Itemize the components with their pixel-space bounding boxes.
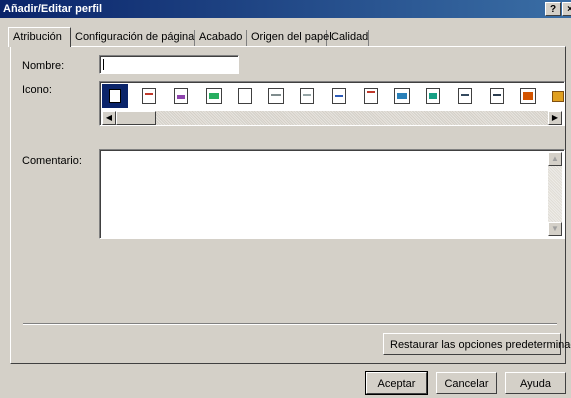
tab-label: Atribución [13,31,62,43]
photo-frame-icon[interactable] [394,88,410,104]
scroll-left-icon[interactable]: ◀ [102,111,116,125]
scroll-down-icon[interactable]: ▼ [548,222,562,236]
printer-icon[interactable] [550,88,564,104]
text-cursor [103,59,104,70]
a4-page-icon[interactable] [332,88,346,104]
icon-horizontal-scrollbar[interactable]: ◀ ▶ [102,111,562,125]
tab-configuracion-pagina[interactable]: Configuración de página [71,30,195,46]
tab-panel: Nombre: Icono: ◀ ▶ Comentario: ▲ ▼ Resta… [10,46,571,364]
report-page-icon[interactable] [490,88,504,104]
text-page-icon[interactable] [142,88,156,104]
close-icon[interactable]: × [562,2,571,16]
name-input[interactable] [99,55,239,74]
tab-atribucion[interactable]: Atribución [8,27,71,47]
divider [23,323,557,325]
comment-label: Comentario: [22,155,82,167]
comment-textarea[interactable]: ▲ ▼ [99,149,565,239]
photo-page-icon[interactable] [206,88,222,104]
window-title: Añadir/Editar perfil [3,3,103,15]
cancel-button[interactable]: Cancelar [436,372,497,394]
icon-label: Icono: [22,84,52,96]
help-button[interactable]: Ayuda [505,372,566,394]
notepad-icon[interactable] [364,88,378,104]
icon-list[interactable]: ◀ ▶ [99,81,565,126]
layout-page-icon[interactable] [268,88,284,104]
comment-vertical-scrollbar[interactable]: ▲ ▼ [548,152,562,236]
tab-label: Configuración de página [75,31,195,43]
gallery-icon[interactable] [520,88,536,104]
blank-page-icon[interactable] [238,88,252,104]
name-label: Nombre: [22,60,65,72]
scroll-thumb[interactable] [116,111,156,125]
scroll-up-icon[interactable]: ▲ [548,152,562,166]
scroll-right-icon[interactable]: ▶ [548,111,562,125]
landscape-image-icon[interactable] [426,88,440,104]
tab-calidad[interactable]: Calidad [327,30,369,46]
document-icon[interactable] [102,84,128,108]
profile-dialog: Añadir/Editar perfil ? × Atribución Conf… [0,0,571,398]
tab-origen-papel[interactable]: Origen del papel [247,30,332,46]
tab-label: Acabado [199,31,243,43]
help-icon[interactable]: ? [545,2,561,16]
tab-label: Origen del papel [251,31,332,43]
title-bar[interactable]: Añadir/Editar perfil ? × [0,0,571,18]
form-page-icon[interactable] [458,88,472,104]
icon-strip [102,84,564,108]
tab-acabado[interactable]: Acabado [195,30,247,46]
letter-page-icon[interactable] [300,88,314,104]
restore-defaults-button[interactable]: Restaurar las opciones predeterminadas [383,333,571,355]
image-page-icon[interactable] [174,88,188,104]
ok-button[interactable]: Aceptar [365,371,428,395]
tab-label: Calidad [331,31,369,43]
